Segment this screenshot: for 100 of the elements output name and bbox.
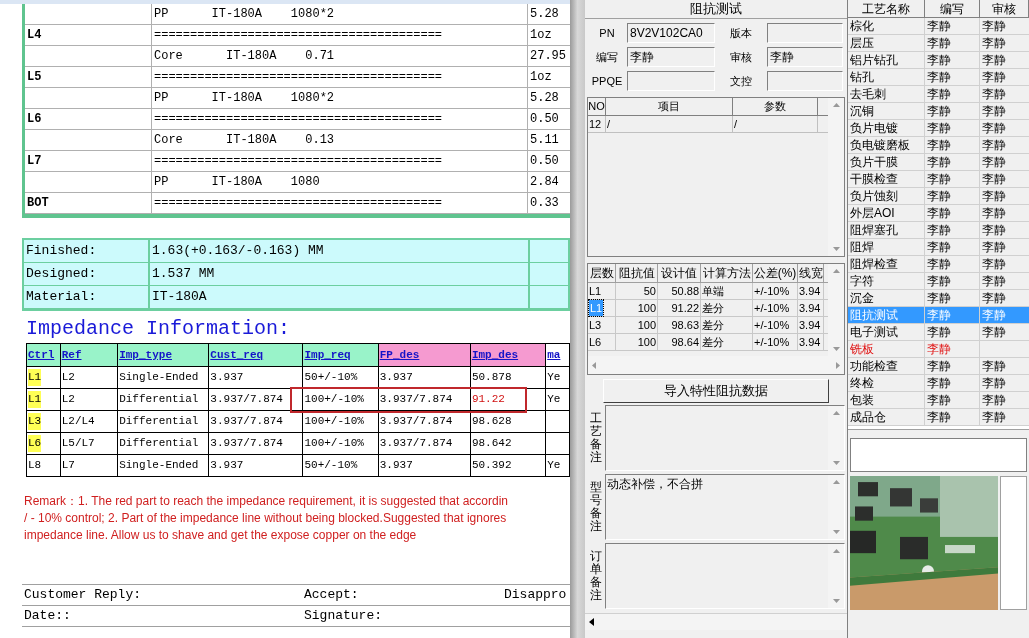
- process-row[interactable]: 干膜检查 李静 李静: [848, 171, 1029, 188]
- table-cell[interactable]: 3.94: [799, 299, 821, 317]
- table-cell[interactable]: +/-10%: [754, 299, 790, 317]
- table-cell[interactable]: L6: [589, 333, 602, 351]
- scroll-down-icon[interactable]: [832, 247, 840, 251]
- process-row[interactable]: 去毛刺 李静 李静: [848, 86, 1029, 103]
- input-field[interactable]: 8V2V102CA0: [627, 23, 715, 43]
- table-cell: 李静: [925, 290, 980, 306]
- scrollbar[interactable]: [828, 475, 844, 539]
- process-row[interactable]: 负片干膜 李静 李静: [848, 154, 1029, 171]
- note-field[interactable]: [605, 543, 845, 609]
- table-cell: L1: [28, 391, 42, 408]
- table-cell: 李静: [925, 222, 980, 238]
- table-cell[interactable]: 差分: [702, 333, 724, 351]
- scrollbar[interactable]: [828, 544, 844, 608]
- scroll-up-icon[interactable]: [832, 103, 840, 107]
- scroll-up-icon[interactable]: [832, 549, 840, 553]
- table-cell[interactable]: 100: [637, 299, 656, 317]
- table-cell: L7: [60, 455, 119, 476]
- scroll-down-icon[interactable]: [832, 461, 840, 465]
- column-header: Imp_req: [303, 344, 379, 366]
- table-cell[interactable]: 差分: [702, 316, 724, 334]
- scrollbar[interactable]: [828, 406, 844, 470]
- process-row[interactable]: 负片蚀刻 李静 李静: [848, 188, 1029, 205]
- table-cell[interactable]: 3.94: [799, 333, 821, 351]
- input-field[interactable]: 李静: [767, 47, 843, 67]
- process-row[interactable]: 钻孔 李静 李静: [848, 69, 1029, 86]
- table-cell-text: 李静: [982, 375, 1006, 392]
- scroll-left-icon[interactable]: [589, 618, 594, 626]
- process-row[interactable]: 功能检查 李静 李静: [848, 358, 1029, 375]
- input-field[interactable]: [767, 23, 843, 43]
- process-row[interactable]: 负片电镀 李静 李静: [848, 120, 1029, 137]
- table-cell: Ye: [546, 389, 570, 410]
- table-cell[interactable]: 单端: [702, 282, 724, 300]
- form-label: Accept:: [303, 586, 360, 605]
- scroll-down-icon[interactable]: [832, 347, 840, 351]
- process-row[interactable]: 棕化 李静 李静: [848, 18, 1029, 35]
- table-cell: 91.22: [470, 389, 547, 410]
- note-field[interactable]: 动态补偿，不合拼: [605, 474, 845, 540]
- process-row[interactable]: 铣板 李静: [848, 341, 1029, 358]
- import-button[interactable]: 导入特性阻抗数据: [603, 379, 829, 403]
- input-field[interactable]: [627, 71, 715, 91]
- table-cell: 李静: [925, 375, 980, 391]
- process-row[interactable]: 阻焊 李静 李静: [848, 239, 1029, 256]
- table-cell: L6: [28, 435, 42, 452]
- table-cell[interactable]: +/-10%: [754, 333, 790, 351]
- table-cell[interactable]: 3.94: [799, 316, 821, 334]
- process-row[interactable]: 沉铜 李静 李静: [848, 103, 1029, 120]
- table-cell: ========================================: [152, 193, 528, 213]
- scrollbar[interactable]: [828, 264, 844, 356]
- table-cell: 李静: [925, 392, 980, 408]
- table-cell[interactable]: 91.22: [671, 299, 699, 317]
- table-cell[interactable]: +/-10%: [754, 316, 790, 334]
- table-cell[interactable]: 50: [643, 282, 656, 300]
- scrollbar[interactable]: [828, 98, 844, 256]
- process-row[interactable]: 负电镀磨板 李静 李静: [848, 137, 1029, 154]
- horizontal-scrollbar[interactable]: [588, 356, 844, 374]
- process-row[interactable]: 包装 李静 李静: [848, 392, 1029, 409]
- table-cell-text: 0.33: [529, 195, 560, 212]
- table-cell: L2/L4: [60, 411, 119, 432]
- process-row[interactable]: 外层AOI 李静 李静: [848, 205, 1029, 222]
- table-cell-text: 李静: [982, 18, 1006, 35]
- scroll-right-icon[interactable]: [836, 361, 840, 369]
- table-cell[interactable]: 100: [637, 316, 656, 334]
- process-row[interactable]: 阻焊检查 李静 李静: [848, 256, 1029, 273]
- horizontal-scrollbar[interactable]: [585, 613, 847, 630]
- table-cell: 阻抗测试: [848, 307, 925, 323]
- scroll-down-icon[interactable]: [832, 530, 840, 534]
- process-row[interactable]: 层压 李静 李静: [848, 35, 1029, 52]
- table-cell[interactable]: L3: [589, 316, 602, 334]
- table-cell[interactable]: 98.64: [671, 333, 699, 351]
- process-row[interactable]: 阻焊塞孔 李静 李静: [848, 222, 1029, 239]
- table-cell[interactable]: +/-10%: [754, 282, 790, 300]
- note-field[interactable]: [605, 405, 845, 471]
- input-field[interactable]: 李静: [627, 47, 715, 67]
- table-cell: 包装: [848, 392, 925, 408]
- table-cell[interactable]: 100: [637, 333, 656, 351]
- process-row[interactable]: 字符 李静 李静: [848, 273, 1029, 290]
- process-row[interactable]: 沉金 李静 李静: [848, 290, 1029, 307]
- table-cell-text: 李静: [982, 103, 1006, 120]
- process-row[interactable]: 铝片钻孔 李静 李静: [848, 52, 1029, 69]
- process-row[interactable]: 成品仓 李静 李静: [848, 409, 1029, 426]
- scroll-up-icon[interactable]: [832, 411, 840, 415]
- table-cell-text: 李静: [982, 171, 1006, 188]
- scroll-up-icon[interactable]: [832, 269, 840, 273]
- process-row[interactable]: 终检 李静 李静: [848, 375, 1029, 392]
- table-cell[interactable]: 50.88: [671, 282, 699, 300]
- scroll-up-icon[interactable]: [832, 480, 840, 484]
- table-cell-text: 李静: [982, 239, 1006, 256]
- process-row[interactable]: 电子测试 李静 李静: [848, 324, 1029, 341]
- table-cell[interactable]: L1: [589, 282, 602, 300]
- table-cell-text: 李静: [982, 154, 1006, 171]
- scroll-down-icon[interactable]: [832, 599, 840, 603]
- table-cell[interactable]: 3.94: [799, 282, 821, 300]
- table-cell: 李静: [925, 120, 980, 136]
- table-cell: 李静: [925, 358, 980, 374]
- table-cell[interactable]: 差分: [702, 299, 724, 317]
- input-field[interactable]: [767, 71, 843, 91]
- table-cell[interactable]: 98.63: [671, 316, 699, 334]
- text-field[interactable]: [850, 438, 1027, 472]
